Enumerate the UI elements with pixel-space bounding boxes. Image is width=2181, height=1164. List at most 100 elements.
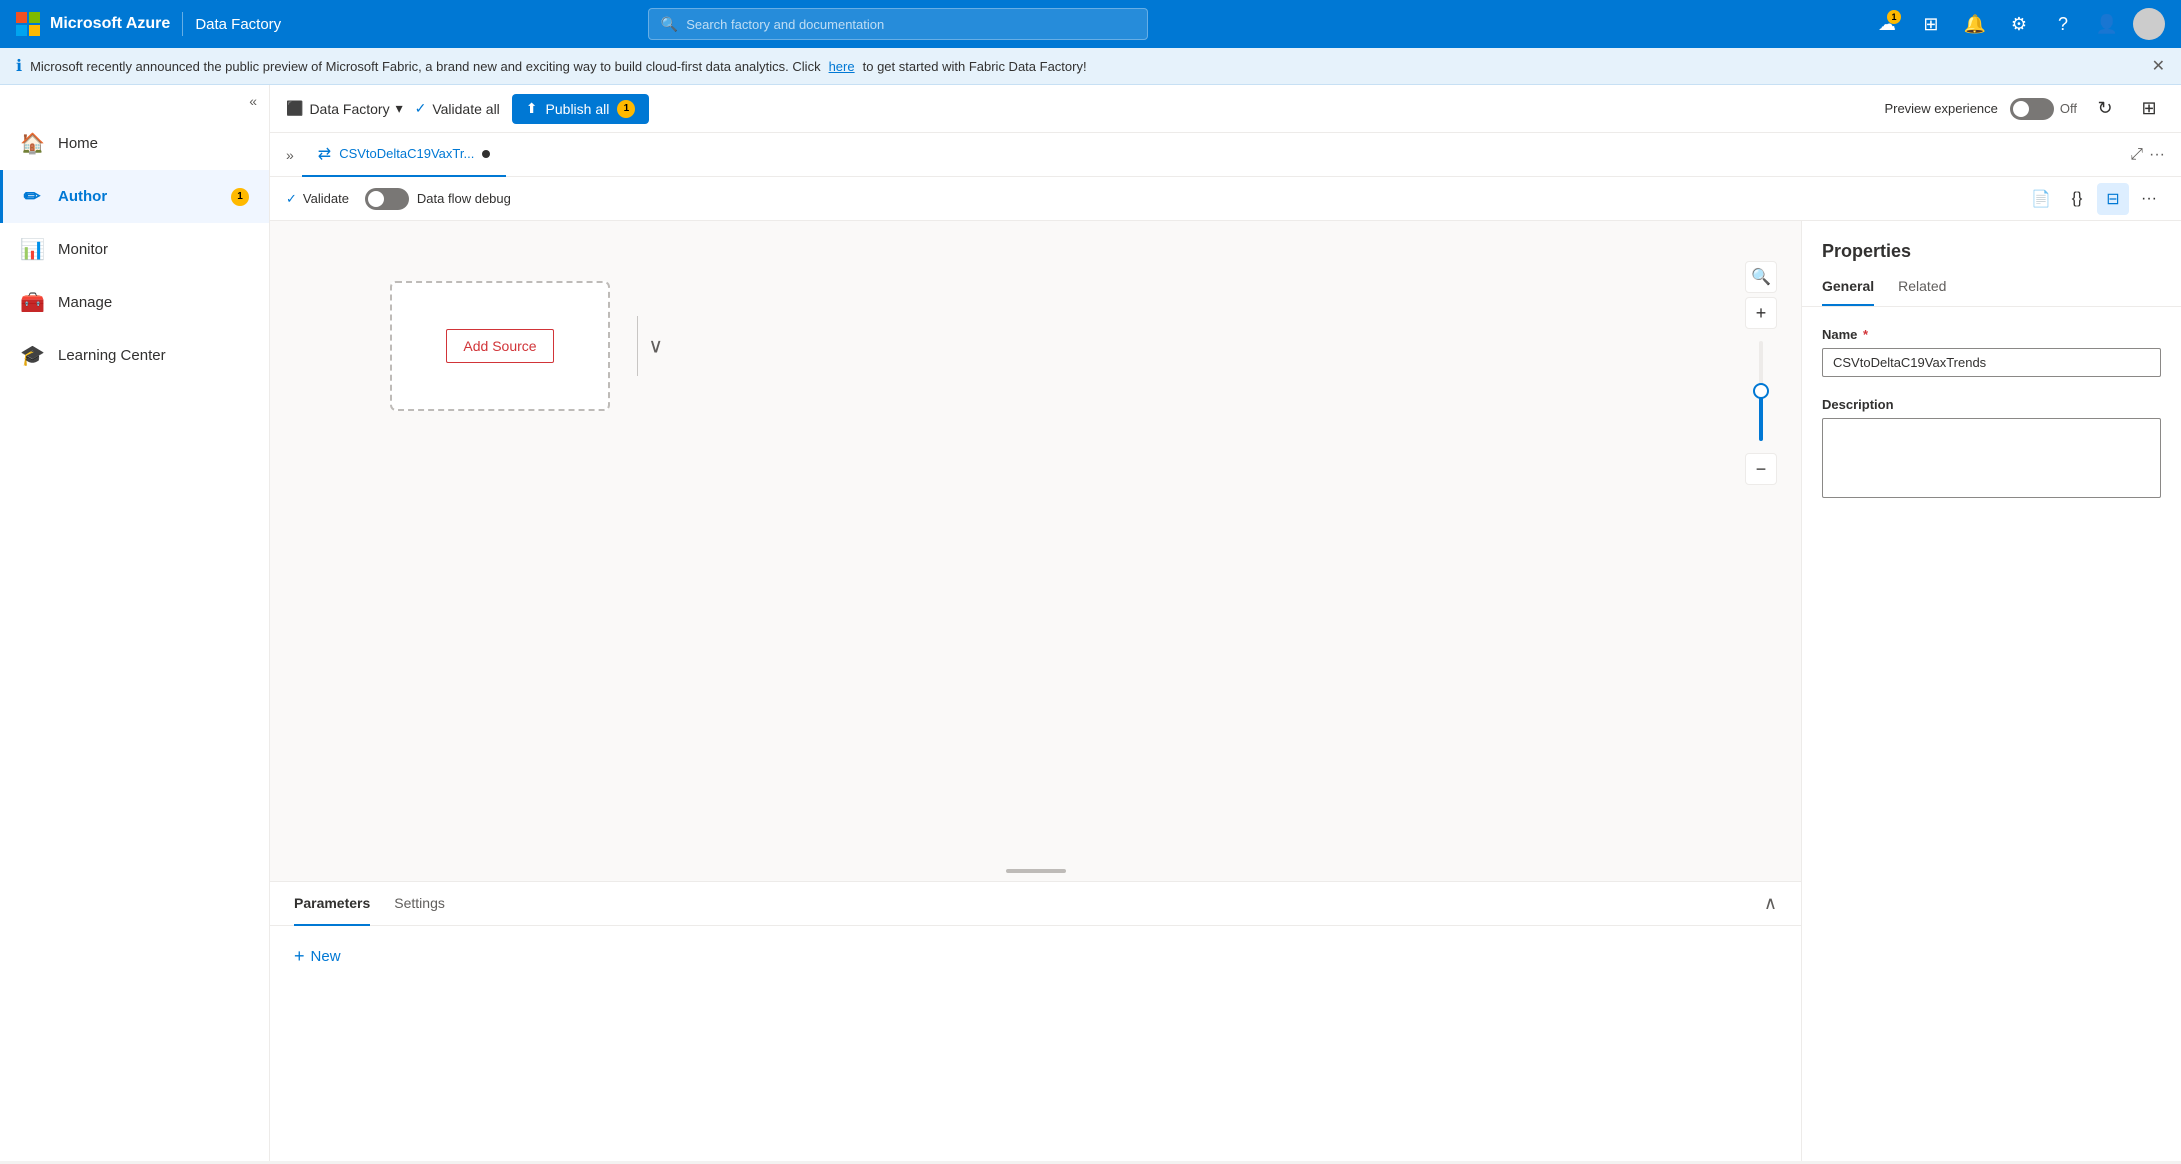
publish-badge: 1 [617,100,635,118]
plus-icon: + [1756,303,1767,324]
sidebar-item-label: Home [58,135,98,152]
debug-toggle[interactable] [365,188,409,210]
bell-icon: 🔔 [1964,14,1986,35]
sidebar: « 🏠 Home ✏ Author 1 📊 Monitor 🧰 Manage 🎓… [0,85,270,1161]
dataflow-toolbar: ✓ Validate Data flow debug 📄 {} [270,177,2181,221]
tab-bar: » ⇄ CSVtoDeltaC19VaxTr... ⤢ ··· [270,133,2181,177]
monitor-nav-btn[interactable]: ⊞ [1913,6,1949,42]
validate-btn[interactable]: ✓ Validate [286,191,349,207]
banner-text: Microsoft recently announced the public … [30,59,821,74]
tab-name: CSVtoDeltaC19VaxTr... [339,146,474,161]
ellipsis-icon: ··· [2141,190,2157,208]
sidebar-item-learning[interactable]: 🎓 Learning Center [0,329,269,382]
gear-nav-btn[interactable]: ⚙ [2001,6,2037,42]
help-nav-btn[interactable]: ? [2045,6,2081,42]
df-script-btn[interactable]: 📄 [2025,183,2057,215]
manage-icon: 🧰 [20,290,44,315]
zoom-slider-thumb[interactable] [1753,383,1769,399]
sidebar-item-monitor[interactable]: 📊 Monitor [0,223,269,276]
tab-right-actions: ⤢ ··· [2130,146,2165,164]
banner-close-btn[interactable]: ✕ [2152,56,2165,76]
new-parameter-btn[interactable]: + New [294,946,1777,967]
main-toolbar: ⬛ Data Factory ▾ ✓ Validate all ⬆ Publis… [270,85,2181,133]
gear-icon: ⚙ [2011,14,2027,35]
factory-label: Data Factory [309,101,389,117]
new-label: New [311,948,341,965]
search-input[interactable] [686,17,1135,32]
tab-expand-btn[interactable]: » [286,147,294,163]
dataflow-canvas[interactable]: Add Source ∨ 🔍 + [270,221,1801,881]
dataflow-tab[interactable]: ⇄ CSVtoDeltaC19VaxTr... [302,133,507,177]
sidebar-item-home[interactable]: 🏠 Home [0,117,269,170]
toolbar-right: Preview experience Off ↻ ⊞ [1884,93,2165,125]
zoom-slider[interactable] [1759,341,1763,441]
properties-panel: Properties General Related Name * [1801,221,2181,1161]
df-more-btn[interactable]: ··· [2133,183,2165,215]
toggle-off-label: Off [2060,101,2077,116]
validate-all-btn[interactable]: ✓ Validate all [415,100,500,117]
refresh-btn[interactable]: ↻ [2089,93,2121,125]
sidebar-item-manage[interactable]: 🧰 Manage [0,276,269,329]
description-textarea[interactable] [1822,418,2161,498]
monitor-icon: ⊞ [1923,14,1938,35]
content-area: ⬛ Data Factory ▾ ✓ Validate all ⬆ Publis… [270,85,2181,1161]
df-settings-btn[interactable]: ⊟ [2097,183,2129,215]
info-icon: ℹ [16,56,22,76]
tab-more-icon[interactable]: ··· [2149,146,2165,164]
microsoft-logo [16,12,40,36]
minus-icon: − [1756,459,1767,480]
tab-expand-icon[interactable]: ⤢ [2130,146,2143,164]
sidebar-item-label: Author [58,188,107,205]
collapse-icon: « [249,93,257,109]
checkmark-icon: ✓ [415,100,427,117]
canvas-side: Add Source ∨ 🔍 + [270,221,1801,1161]
banner-link[interactable]: here [829,59,855,74]
properties-header: Properties General Related [1802,221,2181,307]
top-nav-bar: Microsoft Azure Data Factory 🔍 ☁ 1 ⊞ 🔔 ⚙… [0,0,2181,48]
properties-related-tab[interactable]: Related [1898,278,1946,306]
factory-chevron-icon: ▾ [396,100,403,117]
search-bar[interactable]: 🔍 [648,8,1148,40]
zoom-out-btn[interactable]: − [1745,453,1777,485]
settings-icon: ⊟ [2106,189,2119,209]
zoom-in-btn[interactable]: + [1745,297,1777,329]
factory-icon: ⬛ [286,100,303,117]
sidebar-item-author[interactable]: ✏ Author 1 [0,170,269,223]
home-icon: 🏠 [20,131,44,156]
preview-toggle[interactable]: Off [2010,98,2077,120]
factory-dropdown-btn[interactable]: ⬛ Data Factory ▾ [286,100,403,117]
people-nav-btn[interactable]: 👤 [2089,6,2125,42]
name-input[interactable] [1822,348,2161,377]
toggle-track[interactable] [2010,98,2054,120]
info-banner: ℹ Microsoft recently announced the publi… [0,48,2181,85]
notification-badge: 1 [1887,10,1901,24]
validate-all-label: Validate all [432,101,499,117]
publish-all-btn[interactable]: ⬆ Publish all 1 [512,94,650,124]
zoom-slider-track [1759,341,1763,441]
bottom-panel: Parameters Settings ∧ + New [270,881,1801,1161]
source-node: Add Source ∨ [390,281,610,411]
cloud-nav-btn[interactable]: ☁ 1 [1869,6,1905,42]
service-name: Data Factory [195,16,281,33]
settings-tab[interactable]: Settings [394,882,445,926]
script-icon: 📄 [2031,189,2051,209]
sidebar-collapse-btn[interactable]: « [0,85,269,117]
user-avatar[interactable] [2133,8,2165,40]
canvas-search-btn[interactable]: 🔍 [1745,261,1777,293]
debug-label: Data flow debug [417,191,511,206]
brand-area: Microsoft Azure [16,12,170,36]
properties-general-tab[interactable]: General [1822,278,1874,306]
description-field-group: Description [1822,397,2161,501]
node-chevron-icon: ∨ [648,334,663,359]
banner-text-after: to get started with Fabric Data Factory! [863,59,1087,74]
search-canvas-icon: 🔍 [1751,267,1771,287]
add-source-btn[interactable]: Add Source [446,329,553,363]
bell-nav-btn[interactable]: 🔔 [1957,6,1993,42]
refresh-icon: ↻ [2097,98,2112,119]
parameters-tab[interactable]: Parameters [294,882,370,926]
sidebar-item-label: Manage [58,294,112,311]
more-btn[interactable]: ⊞ [2133,93,2165,125]
bottom-panel-collapse-btn[interactable]: ∧ [1764,893,1777,914]
df-code-btn[interactable]: {} [2061,183,2093,215]
nav-icons: ☁ 1 ⊞ 🔔 ⚙ ? 👤 [1869,6,2165,42]
